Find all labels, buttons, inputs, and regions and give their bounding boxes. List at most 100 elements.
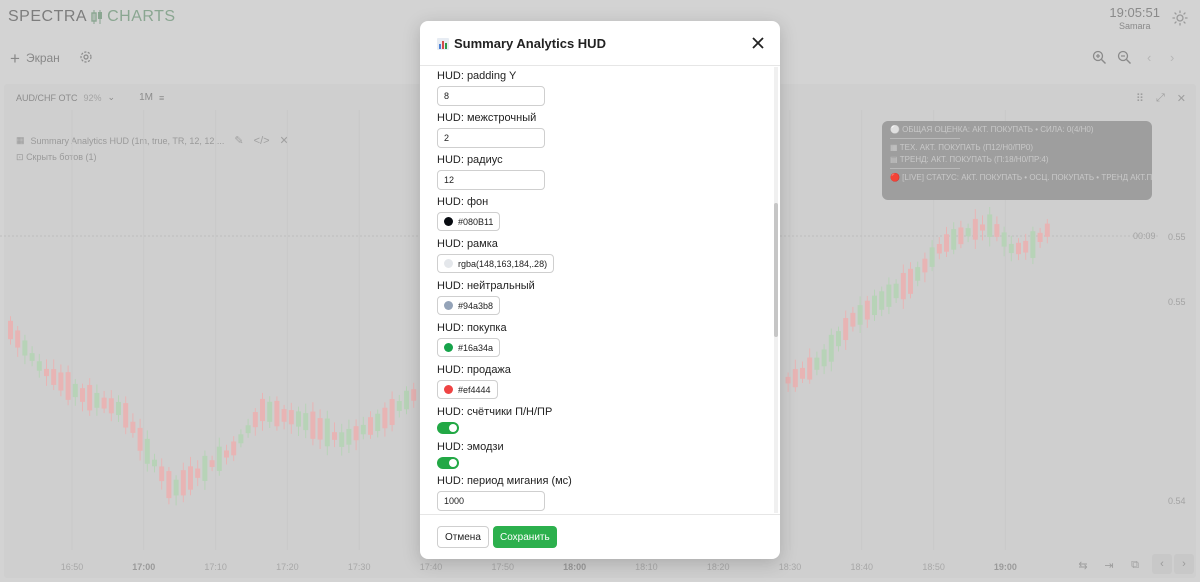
candle-body — [101, 397, 107, 409]
candle-body — [288, 410, 294, 425]
candle-body — [951, 229, 957, 250]
candle-body — [872, 295, 877, 316]
candle-body — [65, 372, 71, 400]
candle-body — [346, 428, 352, 445]
y-tick-label: 0.54 — [1168, 496, 1186, 506]
x-tick-label: 18:20 — [706, 562, 730, 572]
x-tick-label: 17:30 — [347, 562, 371, 572]
toggle-switch[interactable] — [437, 457, 459, 469]
text-input[interactable]: 12 — [437, 170, 545, 190]
x-tick-label: 18:00 — [563, 562, 587, 572]
candle-body — [238, 434, 244, 444]
text-input[interactable]: 2 — [437, 128, 545, 148]
candle-body — [404, 390, 409, 410]
candle-body — [116, 401, 121, 416]
candle-body — [8, 320, 13, 340]
x-tick-label: 16:50 — [60, 562, 84, 572]
countdown-label: 00:09 — [1133, 231, 1156, 241]
candle-body — [850, 312, 856, 327]
modal-body[interactable]: HUD: padding Y 8 HUD: межстрочный 2 HUD: рад… — [420, 67, 780, 513]
close-icon[interactable] — [750, 35, 766, 51]
candle-body — [332, 432, 337, 440]
candle-body — [303, 413, 309, 431]
bar-chart-icon — [437, 37, 449, 50]
modal-title-text: Summary Analytics HUD — [454, 36, 606, 51]
candle-body — [209, 460, 215, 468]
candle-body — [1030, 231, 1036, 258]
text-input[interactable]: 8 — [437, 86, 545, 106]
x-tick-label: 17:40 — [419, 562, 443, 572]
candle-body — [267, 401, 273, 422]
candle-body — [58, 372, 64, 391]
goto-latest-icon[interactable]: ⇥ — [1100, 556, 1118, 574]
color-picker[interactable]: #ef4444 — [437, 380, 498, 399]
text-input[interactable]: 1000 — [437, 491, 545, 511]
x-tick-label: 17:10 — [204, 562, 227, 572]
candle-body — [274, 400, 280, 427]
candle-body — [224, 450, 229, 458]
candle-body — [879, 291, 885, 310]
settings-field: HUD: padding Y 8 — [437, 70, 545, 106]
candle-body — [144, 438, 150, 464]
candle-body — [180, 470, 186, 496]
candle-body — [792, 369, 798, 388]
settings-field: HUD: рамка rgba(148,163,184,.28) — [437, 238, 555, 273]
candle-body — [1008, 243, 1014, 254]
candle-body — [216, 446, 222, 471]
candle-body — [44, 368, 49, 377]
x-tick-label: 18:50 — [922, 562, 945, 572]
settings-field: HUD: радиус 12 — [437, 154, 545, 190]
field-label: HUD: счётчики П/Н/ПР — [437, 406, 553, 418]
color-picker[interactable]: #080B11 — [437, 212, 501, 231]
candle-body — [807, 357, 813, 380]
color-picker[interactable]: #16a34a — [437, 338, 501, 357]
candle-body — [1044, 223, 1050, 237]
candle-body — [195, 468, 201, 478]
toggle-switch[interactable] — [437, 422, 459, 434]
candle-body — [296, 411, 301, 427]
x-tick-label: 17:00 — [132, 562, 156, 572]
scroll-right-button[interactable]: › — [1174, 554, 1194, 574]
scroll-left-button[interactable]: ‹ — [1152, 554, 1172, 574]
field-label: HUD: рамка — [437, 238, 498, 250]
color-swatch — [444, 301, 453, 310]
modal-footer: Отмена Сохранить — [420, 514, 780, 559]
settings-modal: Summary Analytics HUD HUD: padding Y 8 HUD… — [420, 21, 780, 559]
candle-body — [929, 247, 935, 267]
chevron-left-icon: ‹ — [1160, 558, 1164, 570]
candle-body — [22, 340, 28, 356]
candle-body — [87, 384, 93, 411]
candle-body — [389, 399, 395, 425]
candle-body — [15, 330, 21, 348]
cancel-button[interactable]: Отмена — [437, 526, 489, 548]
candle-body — [130, 421, 136, 433]
candle-body — [310, 411, 316, 439]
candle-body — [886, 284, 892, 307]
field-label: HUD: межстрочный — [437, 112, 537, 124]
candle-body — [51, 369, 57, 385]
candle-body — [396, 401, 402, 411]
field-label: HUD: продажа — [437, 364, 511, 376]
candle-body — [252, 412, 258, 428]
scrollbar-thumb[interactable] — [774, 203, 778, 337]
color-picker[interactable]: rgba(148,163,184,.28) — [437, 254, 555, 273]
save-button[interactable]: Сохранить — [493, 526, 557, 548]
candle-body — [936, 244, 942, 254]
candle-body — [108, 398, 114, 414]
candle-body — [339, 432, 345, 447]
hud-line: ▦ ТЕХ. АКТ. ПОКУПАТЬ (П12/Н0/ПР0) — [890, 143, 1034, 152]
color-swatch — [444, 217, 453, 226]
copy-icon[interactable]: ⧉ — [1126, 556, 1144, 574]
x-tick-label: 17:20 — [276, 562, 299, 572]
x-tick-label: 18:10 — [635, 562, 658, 572]
candle-body — [36, 361, 42, 371]
candle-body — [411, 389, 417, 401]
candle-body — [245, 425, 251, 434]
color-picker[interactable]: #94a3b8 — [437, 296, 501, 315]
candle-body — [814, 357, 820, 370]
candle-body — [1037, 232, 1043, 242]
candle-body — [843, 318, 849, 341]
settings-sliders-icon[interactable]: ⇆ — [1074, 556, 1092, 574]
hud-line: ⚪ ОБЩАЯ ОЦЕНКА: АКТ. ПОКУПАТЬ • СИЛА: 0(… — [890, 125, 1094, 134]
candle-body — [1023, 240, 1029, 253]
